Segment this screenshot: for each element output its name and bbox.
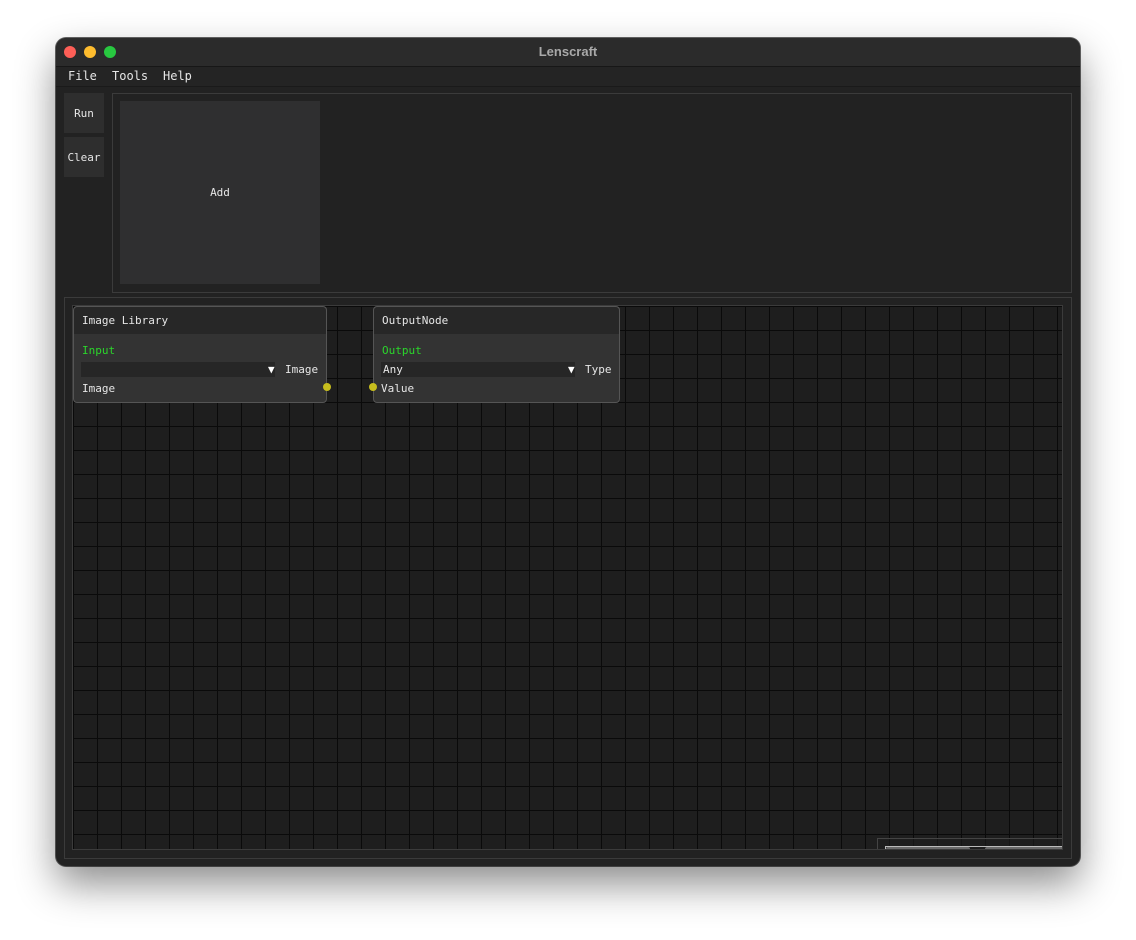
node-section-label: Output	[382, 344, 422, 357]
combo-label: Image	[285, 363, 319, 376]
add-button[interactable]: Add	[120, 101, 320, 284]
run-button[interactable]: Run	[64, 93, 104, 133]
app-window: Lenscraft File Tools Help Run Clear Add …	[56, 38, 1080, 866]
pin-label: Image	[82, 382, 116, 395]
pin-label: Value	[381, 382, 415, 395]
node-title[interactable]: OutputNode	[374, 307, 619, 334]
minimap[interactable]	[877, 838, 1062, 849]
node-title[interactable]: Image Library	[74, 307, 326, 334]
node-output[interactable]: OutputNode Output Any ▼ Type Value	[373, 306, 620, 403]
title-bar[interactable]: Lenscraft	[56, 38, 1080, 67]
image-combo[interactable]: ▼	[81, 362, 275, 377]
node-image-library[interactable]: Image Library Input ▼ Image Image	[73, 306, 327, 403]
output-pin[interactable]	[323, 383, 331, 391]
menu-bar: File Tools Help	[56, 67, 1080, 87]
menu-file[interactable]: File	[68, 67, 97, 86]
menu-tools[interactable]: Tools	[112, 67, 148, 86]
minimap-node	[985, 847, 1062, 849]
clear-button[interactable]: Clear	[64, 137, 104, 177]
window-title: Lenscraft	[538, 44, 598, 59]
triangle-down-icon[interactable]: ▼	[268, 362, 275, 377]
triangle-down-icon[interactable]: ▼	[568, 362, 575, 377]
node-section-label: Input	[82, 344, 116, 357]
combo-label: Type	[585, 363, 612, 376]
menu-help[interactable]: Help	[163, 67, 192, 86]
top-panel: Add	[112, 93, 1072, 293]
type-combo[interactable]: Any ▼	[381, 362, 575, 377]
minimap-node	[886, 847, 970, 849]
input-pin[interactable]	[369, 383, 377, 391]
combo-value: Any	[383, 363, 403, 376]
node-canvas[interactable]: Image Library Input ▼ Image Image Output…	[72, 305, 1063, 850]
